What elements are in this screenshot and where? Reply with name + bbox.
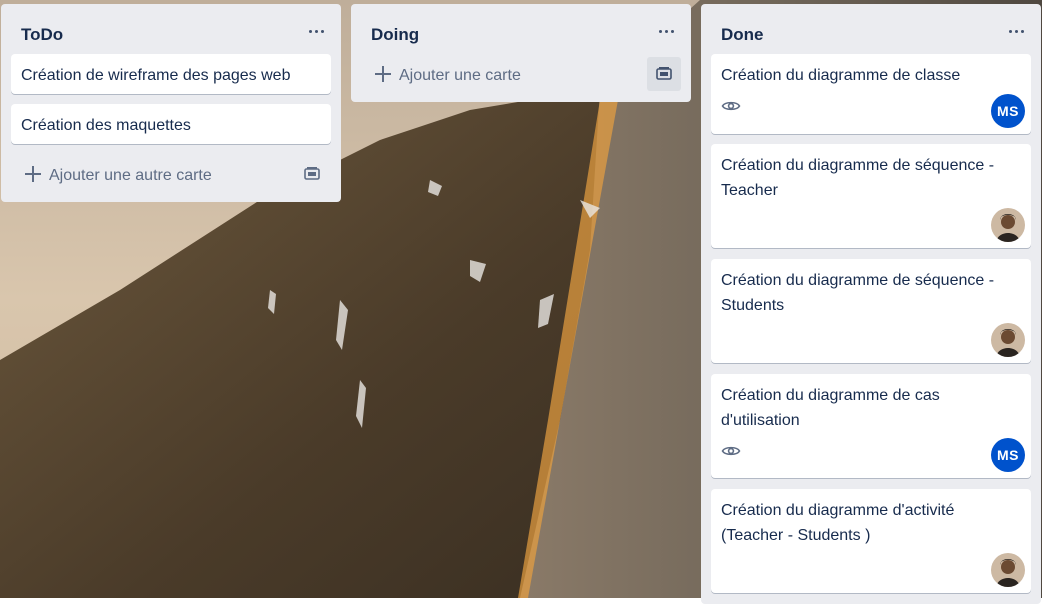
avatar[interactable]: MS — [991, 438, 1025, 472]
card-title: Création du diagramme de séquence - Teac… — [721, 157, 995, 199]
list-menu-button[interactable] — [303, 20, 329, 42]
list-title[interactable]: Doing — [371, 25, 419, 45]
add-card-label: Ajouter une carte — [399, 67, 521, 84]
card-template-icon — [656, 67, 672, 80]
create-from-template-button[interactable] — [647, 57, 681, 91]
more-horizontal-icon — [1008, 29, 1024, 33]
avatar[interactable] — [991, 208, 1025, 242]
card[interactable]: Création du diagramme de séquence - Stud… — [711, 259, 1031, 363]
add-card-label: Ajouter une autre carte — [49, 167, 212, 184]
card-title: Création du diagramme de classe — [721, 67, 961, 84]
card[interactable]: Création du diagramme d'activité (Teache… — [711, 489, 1031, 593]
plus-icon — [375, 66, 391, 82]
add-card-button[interactable]: Ajouter une autre carte — [11, 158, 291, 194]
card-title: Création de wireframe des pages web — [21, 67, 291, 84]
card-title: Création du diagramme de séquence - Stud… — [721, 272, 995, 314]
eye-icon — [721, 101, 741, 111]
avatar[interactable] — [991, 323, 1025, 357]
list-title[interactable]: Done — [721, 25, 764, 45]
create-from-template-button[interactable] — [297, 159, 327, 189]
card-title: Création des maquettes — [21, 117, 191, 134]
list-title[interactable]: ToDo — [21, 25, 63, 45]
card[interactable]: Création des maquettes — [11, 104, 331, 144]
card-title: Création du diagramme d'activité (Teache… — [721, 502, 955, 544]
avatar[interactable]: MS — [991, 94, 1025, 128]
list-done: Done Création du diagramme de classe MS … — [701, 4, 1041, 604]
card-template-icon — [304, 167, 320, 180]
card[interactable]: Création du diagramme de classe MS — [711, 54, 1031, 134]
card[interactable]: Création du diagramme de cas d'utilisati… — [711, 374, 1031, 478]
user-photo-icon — [991, 323, 1025, 357]
card-title: Création du diagramme de cas d'utilisati… — [721, 387, 940, 429]
avatar[interactable] — [991, 553, 1025, 587]
user-photo-icon — [991, 553, 1025, 587]
list-menu-button[interactable] — [1003, 20, 1029, 42]
list-todo: ToDo Création de wireframe des pages web… — [1, 4, 341, 202]
add-card-button[interactable]: Ajouter une carte — [361, 58, 641, 94]
card[interactable]: Création du diagramme de séquence - Teac… — [711, 144, 1031, 248]
list-header: Doing — [351, 4, 691, 64]
eye-icon — [721, 446, 741, 456]
more-horizontal-icon — [308, 29, 324, 33]
plus-icon — [25, 166, 41, 182]
user-photo-icon — [991, 208, 1025, 242]
card[interactable]: Création de wireframe des pages web — [11, 54, 331, 94]
more-horizontal-icon — [658, 29, 674, 33]
list-menu-button[interactable] — [653, 20, 679, 42]
list-doing: Doing Ajouter une carte — [351, 4, 691, 102]
